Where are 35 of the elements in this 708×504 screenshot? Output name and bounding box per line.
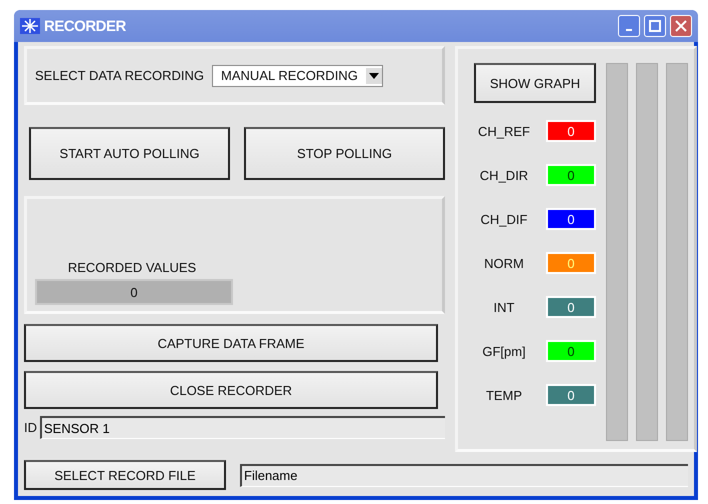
channel-value: 0	[546, 164, 596, 186]
show-graph-button[interactable]: SHOW GRAPH	[474, 63, 596, 103]
window-title: RECORDER	[44, 18, 127, 34]
filename-field[interactable]: Filename	[240, 464, 688, 486]
action-button[interactable]: CAPTURE DATA FRAME	[24, 324, 438, 362]
channel-label: GF[pm]	[481, 344, 527, 358]
channel-label: INT	[492, 300, 516, 314]
channel-label: TEMP	[484, 388, 524, 402]
polling-button[interactable]: START AUTO POLLING	[29, 127, 230, 180]
channel-value: 0	[546, 340, 596, 362]
close-button[interactable]	[670, 15, 692, 37]
channel-value: 0	[546, 208, 596, 230]
channel-label: CH_REF	[476, 124, 531, 138]
channel-label: CH_DIR	[478, 168, 530, 182]
maximize-icon	[649, 20, 661, 32]
action-button[interactable]: CLOSE RECORDER	[24, 371, 438, 409]
recorded-values-display: 0	[35, 279, 233, 305]
channel-value: 0	[546, 252, 596, 274]
recorded-values-label: RECORDED VALUES	[66, 260, 198, 275]
channel-value: 0	[546, 120, 596, 142]
id-field[interactable]: SENSOR 1	[40, 416, 445, 439]
id-label: ID	[24, 420, 37, 435]
polling-button[interactable]: STOP POLLING	[244, 127, 445, 180]
channel-label: NORM	[483, 256, 525, 270]
select-record-file-button[interactable]: SELECT RECORD FILE	[24, 460, 226, 490]
minimize-button[interactable]	[618, 15, 640, 37]
star-burst-icon	[20, 18, 40, 34]
maximize-button[interactable]	[644, 15, 666, 37]
minimize-icon	[626, 29, 632, 31]
channel-value: 0	[546, 296, 596, 318]
channel-value: 0	[546, 384, 596, 406]
channel-label: CH_DIF	[480, 212, 528, 226]
recording-dropdown[interactable]: MANUAL RECORDING	[212, 64, 383, 86]
close-icon	[675, 20, 687, 32]
select-label: SELECT DATA RECORDING	[35, 68, 204, 83]
